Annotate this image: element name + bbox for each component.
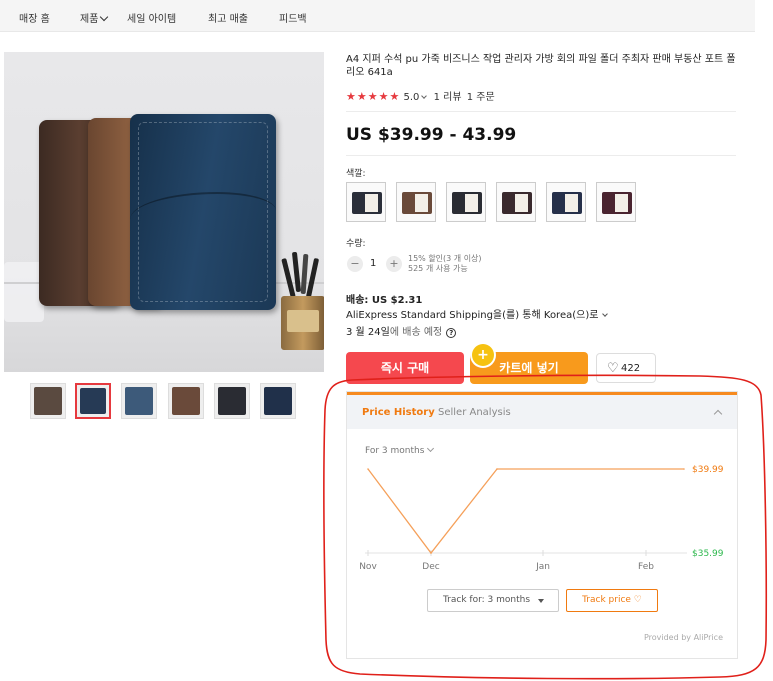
wishlist-button[interactable]: ♡ 422 [596,353,656,383]
swatch-page [415,194,428,212]
swatch-page [515,194,528,212]
x-tick-label: Feb [638,562,654,572]
thumbnail-5[interactable] [214,383,250,419]
product-title: A4 지퍼 수석 pu 가죽 비즈니스 작업 관리자 가방 회의 파일 폴더 주… [346,54,736,78]
nav-feedback[interactable]: 피드백 [279,10,307,25]
price-line [367,468,684,555]
wishlist-count: 422 [621,363,641,374]
color-label: 색깔: [346,169,366,179]
quantity-note: 15% 할인(3 개 이상) 525 개 사용 가능 [408,254,482,274]
background-decor [4,262,44,322]
chevron-down-icon[interactable] [421,93,428,99]
quantity-decrease-button[interactable]: − [347,256,363,272]
plus-badge-icon[interactable]: + [472,344,494,366]
track-price-button[interactable]: Track price ♡ [566,589,658,612]
tab-price-history[interactable]: Price History [362,407,435,418]
chevron-down-icon [602,311,609,317]
rating-row: ★★★★★ 5.0 1 리뷰 1 주문 [346,88,495,103]
shipping-cost: 배송: US $2.31 [346,295,423,306]
chevron-down-icon [100,12,109,22]
chevron-up-icon[interactable] [713,409,723,419]
nav-products[interactable]: 제품 [80,10,109,25]
caret-down-icon [538,599,544,603]
color-swatch-1[interactable] [346,182,386,222]
color-swatch-2[interactable] [396,182,436,222]
price-point [367,468,369,470]
quantity-value[interactable]: 1 [370,258,376,269]
available-stock: 525 개 사용 가능 [408,264,468,273]
swatch-page [615,194,628,212]
heart-icon: ♡ [607,361,619,376]
x-tick-label: Jan [535,562,550,572]
price-history-panel: Price History Seller Analysis For 3 mont… [346,391,738,659]
star-rating-icon: ★★★★★ [346,90,401,103]
color-swatch-5[interactable] [546,182,586,222]
price-point [430,552,432,554]
thumbnail-6[interactable] [260,383,296,419]
store-nav-bar: 매장 홈 제품 세일 아이템 최고 매출 피드백 [0,0,755,32]
thumbnail-2-selected[interactable] [75,383,111,419]
product-main-image[interactable] [4,52,324,372]
panel-header: Price History Seller Analysis [347,395,737,429]
navy-folder [130,114,276,310]
quantity-label: 수량: [346,239,366,249]
max-price-label: $39.99 [692,465,724,475]
color-swatch-4[interactable] [496,182,536,222]
product-price: US $39.99 - 43.99 [346,125,517,145]
chevron-down-icon [427,444,435,453]
color-swatch-6[interactable] [596,182,636,222]
thumbnail-4[interactable] [168,383,204,419]
rating-score[interactable]: 5.0 [404,92,420,103]
pen-holder-cup [281,296,324,350]
nav-sale-items[interactable]: 세일 아이템 [127,10,176,25]
nav-top-selling[interactable]: 최고 매출 [208,10,248,25]
track-duration-select[interactable]: Track for: 3 months [427,589,559,612]
price-point [496,468,498,470]
shipping-method-text: AliExpress Standard Shipping을(를) 통해 Kore… [346,310,599,321]
delivery-estimate: 3 월 24일에 배송 예정? [346,323,457,338]
bulk-discount-note: 15% 할인(3 개 이상) [408,254,482,263]
price-history-chart: Nov Dec Jan Feb $39.99 $35.99 [359,465,724,572]
delivery-suffix: 에 배송 예정 [389,327,443,338]
question-icon[interactable]: ? [446,328,457,338]
nav-store-home[interactable]: 매장 홈 [19,10,50,25]
track-duration-label: Track for: 3 months [443,595,531,605]
color-swatch-3[interactable] [446,182,486,222]
swatch-page [365,194,378,212]
order-count: 1 주문 [466,92,495,103]
shipping-method[interactable]: AliExpress Standard Shipping을(를) 통해 Kore… [346,306,609,321]
swatch-page [465,194,478,212]
divider [346,111,736,112]
review-count[interactable]: 1 리뷰 [434,92,462,103]
x-tick-label: Dec [422,562,439,572]
thumbnail-3[interactable] [121,383,157,419]
pen [305,257,320,299]
x-tick-label: Nov [359,562,377,572]
delivery-date: 3 월 24일 [346,327,390,338]
divider [346,155,736,156]
swatch-page [565,194,578,212]
provided-by-label: Provided by AliPrice [643,633,723,642]
price-point [683,468,685,470]
thumbnail-1[interactable] [30,383,66,419]
quantity-increase-button[interactable]: + [386,256,402,272]
tab-seller-analysis[interactable]: Seller Analysis [438,407,511,418]
buy-now-button[interactable]: 즉시 구매 [346,352,464,384]
nav-products-label: 제품 [80,14,99,25]
min-price-label: $35.99 [692,549,724,559]
